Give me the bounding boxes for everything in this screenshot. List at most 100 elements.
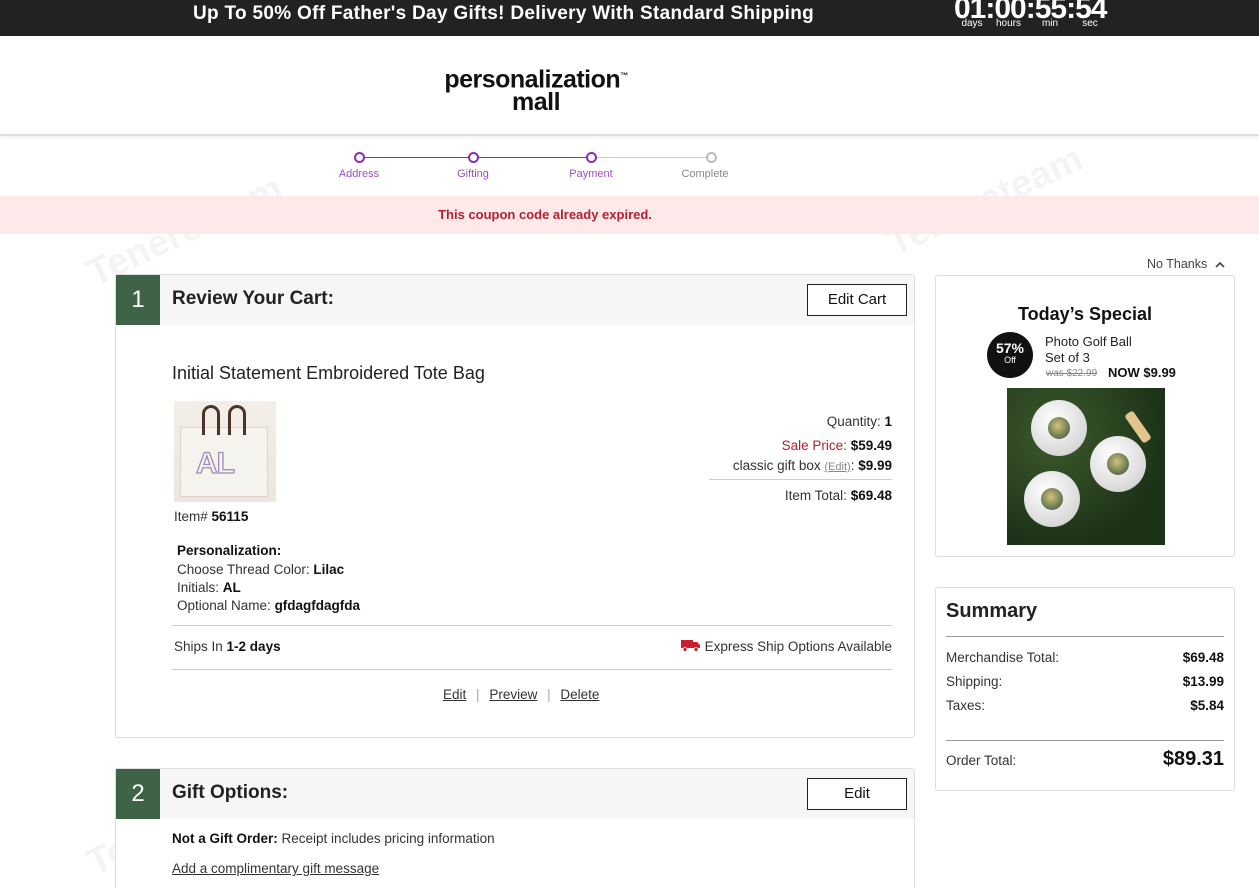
golf-ball-image[interactable] (1007, 388, 1165, 545)
checkout-progress: Address Gifting Payment Complete (0, 138, 1259, 196)
gift-order-status: Not a Gift Order: Receipt includes prici… (172, 831, 495, 846)
thread-color: Choose Thread Color: Lilac (177, 562, 344, 577)
delete-item-link[interactable]: Delete (560, 687, 599, 702)
coupon-alert: This coupon code already expired. (0, 196, 1259, 234)
logo-trademark: ™ (620, 71, 628, 80)
action-separator: | (547, 687, 551, 702)
step-dot-payment (586, 152, 597, 163)
gift-box-edit-link[interactable]: (Edit) (824, 461, 850, 473)
golf-ball (1024, 471, 1080, 527)
timer-label-sec: sec (1082, 18, 1098, 29)
optional-name: Optional Name: gfdagfdagfda (177, 598, 360, 613)
promo-bar: Up To 50% Off Father's Day Gifts! Delive… (0, 0, 1259, 36)
summary-title: Summary (946, 600, 1038, 622)
initials-line: Initials: AL (177, 580, 241, 595)
shipping-value: $13.99 (1182, 674, 1224, 689)
no-thanks-toggle[interactable]: No Thanks (1147, 257, 1225, 271)
discount-badge: 57% Off (987, 332, 1033, 378)
merch-total-label: Merchandise Total: (946, 650, 1060, 665)
bag-handle (228, 405, 246, 435)
discount-percent: 57% (995, 340, 1025, 356)
review-cart-panel: 1 Review Your Cart: Edit Cart Initial St… (115, 274, 915, 738)
timer-label-days: days (961, 18, 983, 29)
special-product-set: Set of 3 (1045, 350, 1090, 365)
not-gift-label: Not a Gift Order: (172, 831, 278, 846)
item-number: Item# 56115 (174, 509, 248, 524)
taxes-label: Taxes: (946, 698, 986, 713)
item-total-label: Item Total: (784, 488, 847, 503)
edit-gift-options-button[interactable]: Edit (807, 778, 907, 810)
initials-value: AL (222, 580, 241, 595)
quantity-value: 1 (884, 414, 892, 429)
gift-box-price: $9.99 (858, 458, 892, 473)
ships-in: Ships In 1-2 days (174, 639, 281, 654)
site-logo[interactable]: personalization™ mall (436, 64, 636, 117)
optional-name-value: gfdagfdagfda (274, 598, 361, 613)
divider (709, 479, 892, 480)
chevron-up-icon (1215, 257, 1225, 271)
divider (946, 740, 1224, 741)
taxes-value: $5.84 (1190, 698, 1224, 713)
product-image[interactable]: AL (174, 401, 276, 502)
step-number-badge: 2 (116, 769, 160, 819)
thread-color-value: Lilac (313, 562, 345, 577)
order-summary-panel: Summary Merchandise Total: $69.48 Shippi… (935, 587, 1235, 791)
ball-photo (1041, 488, 1063, 510)
gift-box-line: classic gift box (Edit): $9.99 (732, 458, 892, 473)
personalization-heading: Personalization: (177, 543, 282, 558)
no-thanks-label: No Thanks (1147, 257, 1208, 271)
item-number-value: 56115 (211, 509, 249, 524)
optional-name-label: Optional Name: (177, 598, 271, 613)
initials-label: Initials: (177, 580, 220, 595)
ball-photo (1107, 453, 1129, 475)
express-ship[interactable]: Express Ship Options Available (680, 639, 892, 655)
sale-price-label: Sale Price: (781, 438, 847, 453)
divider (946, 636, 1224, 637)
timer-label-min: min (1041, 18, 1059, 29)
step-label-payment: Payment (569, 168, 613, 180)
shipping-label: Shipping: (946, 674, 1003, 689)
item-total: Item Total: $69.48 (785, 488, 892, 503)
panel-header: 1 Review Your Cart: Edit Cart (116, 275, 914, 325)
ball-photo (1048, 417, 1070, 439)
site-header: personalization™ mall (0, 36, 1259, 136)
discount-off: Off (1004, 355, 1016, 365)
step-dot-gifting (468, 152, 479, 163)
action-separator: | (476, 687, 480, 702)
step-dot-address (354, 152, 365, 163)
quantity-label: Quantity: (826, 414, 881, 429)
todays-special-panel: Today’s Special 57% Off Photo Golf Ball … (935, 275, 1235, 557)
quantity: Quantity: 1 (827, 414, 892, 429)
product-name[interactable]: Initial Statement Embroidered Tote Bag (172, 363, 485, 384)
truck-icon (680, 639, 701, 655)
item-total-value: $69.48 (850, 488, 892, 503)
edit-cart-button[interactable]: Edit Cart (807, 284, 907, 316)
gift-options-panel: 2 Gift Options: Edit Not a Gift Order: R… (115, 768, 915, 888)
ships-in-label: Ships In (174, 639, 223, 654)
coupon-alert-message: This coupon code already expired. (438, 207, 652, 222)
not-gift-text: Receipt includes pricing information (281, 831, 495, 846)
step-label-address[interactable]: Address (309, 168, 409, 180)
bag-initials: AL (195, 446, 235, 480)
countdown-labels: days hours min sec (958, 18, 1111, 29)
gift-message-link[interactable]: Add a complimentary gift message (172, 861, 379, 876)
special-title: Today’s Special (1017, 304, 1153, 324)
preview-item-link[interactable]: Preview (489, 687, 537, 702)
step-number-badge: 1 (116, 275, 160, 325)
panel-title: Review Your Cart: (172, 288, 334, 309)
edit-item-link[interactable]: Edit (443, 687, 466, 702)
logo-line2: mall (511, 88, 561, 117)
sale-price-value: $59.49 (850, 438, 892, 453)
gift-box-label: classic gift box (732, 458, 821, 473)
special-was-price: was $22.99 (1046, 368, 1098, 379)
golf-ball (1031, 400, 1087, 456)
special-product-name[interactable]: Photo Golf Ball (1045, 334, 1132, 349)
order-total-label: Order Total: (946, 753, 1017, 768)
sale-price: Sale Price: $59.49 (782, 438, 892, 453)
special-now-price: NOW $9.99 (1108, 365, 1176, 380)
promo-text[interactable]: Up To 50% Off Father's Day Gifts! Delive… (193, 3, 814, 25)
step-label-gifting[interactable]: Gifting (423, 168, 523, 180)
order-total-value: $89.31 (1162, 748, 1224, 770)
ships-in-value: 1-2 days (226, 639, 281, 654)
panel-header: 2 Gift Options: Edit (116, 769, 914, 819)
